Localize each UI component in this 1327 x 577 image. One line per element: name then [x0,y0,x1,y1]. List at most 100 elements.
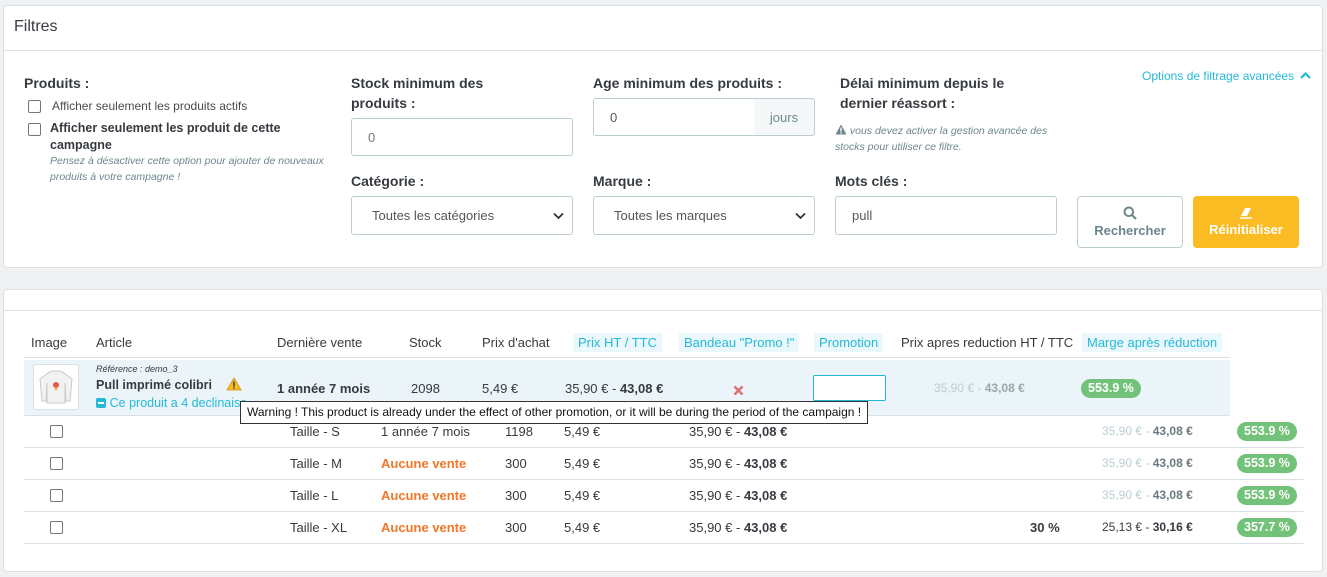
variant-price-ttc: 43,08 € [743,456,788,471]
col-price-ht-ttc[interactable]: Prix HT / TTC [573,333,662,352]
advanced-filter-label: Options de filtrage avancées [1142,69,1295,83]
warning-triangle-icon[interactable] [226,377,242,391]
col-promo-banner[interactable]: Bandeau "Promo !" [679,333,800,352]
category-label: Catégorie : [351,173,425,189]
variant-price-ht: 35,90 € [689,520,733,535]
variant-reduced-price: 25,13 € - 30,16 € [1102,520,1193,534]
col-article: Article [96,335,133,350]
variant-price-ht: 35,90 € [689,456,733,471]
variant-price: 35,90 € - 43,08 € [689,488,788,503]
variant-reduced-ht: 35,90 € [1102,488,1143,502]
variant-price-ht: 35,90 € [689,424,733,439]
variant-reduced-price: 35,90 € - 43,08 € [1102,424,1193,438]
product-reduced-ttc: 43,08 € [984,381,1025,395]
variant-row: Taille - XL Aucune vente 300 5,49 € 35,9… [24,512,1304,544]
variants-link[interactable]: Ce produit a 4 declinaisons [96,395,246,410]
product-price-ttc: 43,08 € [619,381,664,396]
restock-hint: vous devez activer la gestion avancée de… [835,125,1048,153]
variant-price-ttc: 43,08 € [743,520,788,535]
age-min-input[interactable]: 0 [593,98,755,136]
chevron-down-icon [553,212,564,219]
promotion-input[interactable] [813,375,886,401]
variant-reduced-ht: 35,90 € [1102,456,1143,470]
eraser-icon [1240,208,1252,219]
search-button[interactable]: Rechercher [1077,196,1183,248]
variant-margin-badge: 553.9 % [1237,422,1297,441]
brand-label: Marque : [593,173,652,189]
variant-reduced-ht: 25,13 € [1102,520,1143,534]
collapse-icon [96,398,106,408]
product-thumbnail[interactable] [33,364,79,410]
variant-last-sale: Aucune vente [381,456,467,471]
category-value: Toutes les catégories [372,208,495,223]
active-only-checkbox[interactable] [28,99,41,113]
products-panel: Image Article Dernière vente Stock Prix … [3,289,1323,572]
warning-icon [835,124,847,135]
variant-stock: 1198 [505,424,533,439]
variant-price-ht: 35,90 € [689,488,733,503]
variant-stock: 300 [505,456,527,471]
col-promotion[interactable]: Promotion [814,333,884,352]
brand-value: Toutes les marques [614,208,727,223]
variant-checkbox[interactable] [50,489,63,502]
product-last-sale: 1 année 7 mois [277,381,371,396]
sweater-image-icon [39,370,73,404]
restock-label: Délai minimum depuis le dernier réassort… [840,75,1005,111]
variant-price-ttc: 43,08 € [743,424,788,439]
active-only-label: Afficher seulement les produits actifs [52,99,248,113]
variant-purchase: 5,49 € [564,424,601,439]
variant-row: Taille - L Aucune vente 300 5,49 € 35,90… [24,480,1304,512]
variant-promo: 30 % [1030,520,1060,535]
variant-margin-badge: 553.9 % [1237,486,1297,505]
variant-reduced-price: 35,90 € - 43,08 € [1102,456,1193,470]
product-margin-badge: 553.9 % [1081,379,1141,398]
search-button-label: Rechercher [1094,223,1166,238]
variant-margin-badge: 357.7 % [1237,518,1297,537]
panel-strip [4,290,1322,311]
col-stock: Stock [409,335,442,350]
col-margin[interactable]: Marge après réduction [1082,333,1223,352]
variant-margin-badge: 553.9 % [1237,454,1297,473]
advanced-filter-link[interactable]: Options de filtrage avancées [1142,68,1311,83]
stock-min-label: Stock minimum des produits : [351,75,484,111]
product-reduced-price: 35,90 € - 43,08 € [934,381,1025,395]
variant-row: Taille - M Aucune vente 300 5,49 € 35,90… [24,448,1304,480]
product-price-ht: 35,90 € [565,381,609,396]
variant-stock: 300 [505,488,527,503]
chevron-down-icon [795,212,806,219]
brand-select[interactable]: Toutes les marques [593,196,815,235]
products-label: Produits : [24,75,90,91]
variant-name: Taille - XL [290,520,348,535]
variant-price: 35,90 € - 43,08 € [689,520,788,535]
age-min-label: Age minimum des produits : [593,75,783,91]
variant-purchase: 5,49 € [564,488,601,503]
close-icon[interactable] [733,385,744,396]
variant-reduced-ttc: 30,16 € [1152,520,1193,534]
variant-price: 35,90 € - 43,08 € [689,424,788,439]
age-min-value: 0 [610,109,618,125]
campaign-hint: Pensez à désactiver cette option pour aj… [50,155,324,183]
variant-price-ttc: 43,08 € [743,488,788,503]
variant-last-sale: Aucune vente [381,488,467,503]
filters-panel: Filtres Options de filtrage avancées Pro… [3,5,1323,268]
keywords-input[interactable]: pull [835,196,1057,235]
variant-checkbox[interactable] [50,425,63,438]
variant-reduced-ttc: 43,08 € [1152,456,1193,470]
variant-last-sale: Aucune vente [381,520,467,535]
variant-checkbox[interactable] [50,457,63,470]
variant-reduced-ttc: 43,08 € [1152,488,1193,502]
product-name[interactable]: Pull imprimé colibri [96,378,212,392]
category-select[interactable]: Toutes les catégories [351,196,573,235]
variant-purchase: 5,49 € [564,520,601,535]
product-stock: 2098 [411,381,440,396]
col-reduced-price: Prix apres reduction HT / TTC [901,335,1074,350]
stock-min-input[interactable] [351,118,573,156]
variant-checkbox[interactable] [50,521,63,534]
col-image: Image [31,335,68,350]
campaign-only-checkbox[interactable] [28,123,41,136]
variant-purchase: 5,49 € [564,456,601,471]
variants-link-label: Ce produit a 4 declinaisons [109,396,246,410]
product-reduced-ht: 35,90 € [934,381,975,395]
campaign-only-label: Afficher seulement les produit de cette … [50,121,281,152]
reset-button[interactable]: Réinitialiser [1193,196,1299,248]
